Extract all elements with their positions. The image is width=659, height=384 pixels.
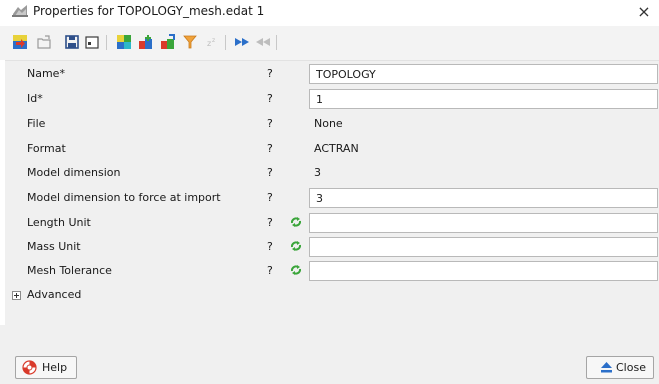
advanced-group[interactable]: Advanced xyxy=(5,286,205,304)
advanced-label[interactable]: Advanced xyxy=(27,288,81,301)
window-title: Properties for TOPOLOGY_mesh.edat 1 xyxy=(33,4,265,18)
property-label: Mass Unit xyxy=(27,240,81,253)
svg-text:z: z xyxy=(207,39,211,48)
length-unit-input[interactable] xyxy=(309,213,658,233)
property-label: File xyxy=(27,117,46,130)
help-marker[interactable]: ? xyxy=(267,191,273,204)
open-icon[interactable] xyxy=(36,34,52,50)
save-icon[interactable] xyxy=(64,34,80,50)
lifebuoy-icon xyxy=(22,360,37,375)
window-icon[interactable] xyxy=(84,34,100,50)
property-label: Model dimension to force at import xyxy=(27,191,221,204)
file-value: None xyxy=(314,117,343,130)
close-button[interactable]: Close xyxy=(586,356,654,379)
toolbar-separator xyxy=(106,35,107,50)
property-row-name: Name* ? xyxy=(5,63,659,85)
help-marker[interactable]: ? xyxy=(267,166,273,179)
eject-icon xyxy=(601,362,612,373)
import-icon[interactable] xyxy=(12,34,28,50)
property-row-file: File ? None xyxy=(5,113,659,135)
property-row-length-unit: Length Unit ? xyxy=(5,212,659,234)
color-icon[interactable] xyxy=(116,34,132,50)
property-label: Length Unit xyxy=(27,216,91,229)
toolbar-separator xyxy=(225,35,226,50)
recycle-icon[interactable] xyxy=(290,216,302,228)
mesh-tolerance-input[interactable] xyxy=(309,261,658,281)
id-input[interactable] xyxy=(309,89,658,109)
property-row-mesh-tolerance: Mesh Tolerance ? xyxy=(5,260,659,282)
help-marker[interactable]: ? xyxy=(267,117,273,130)
help-marker[interactable]: ? xyxy=(267,92,273,105)
property-label: Format xyxy=(27,142,66,155)
property-label: Id* xyxy=(27,92,43,105)
toolbar-separator xyxy=(276,35,277,50)
help-button[interactable]: Help xyxy=(15,356,77,379)
help-marker[interactable]: ? xyxy=(267,142,273,155)
expand-plus-icon[interactable] xyxy=(12,291,21,300)
edit-component-icon[interactable] xyxy=(160,34,176,50)
name-input[interactable] xyxy=(309,64,658,84)
close-label: Close xyxy=(616,361,646,374)
force-dimension-input[interactable] xyxy=(309,188,658,208)
format-value: ACTRAN xyxy=(314,142,359,155)
recycle-icon[interactable] xyxy=(290,264,302,276)
model-dimension-value: 3 xyxy=(314,166,321,179)
recycle-icon[interactable] xyxy=(290,240,302,252)
toolbar: z z xyxy=(0,26,659,60)
mass-unit-input[interactable] xyxy=(309,237,658,257)
help-marker[interactable]: ? xyxy=(267,240,273,253)
property-row-force-dimension: Model dimension to force at import ? xyxy=(5,187,659,209)
help-marker[interactable]: ? xyxy=(267,216,273,229)
help-label: Help xyxy=(42,361,68,374)
add-component-icon[interactable] xyxy=(138,34,154,50)
zoom-icon[interactable]: z z xyxy=(205,34,221,50)
expand-icon[interactable] xyxy=(234,34,250,50)
property-row-id: Id* ? xyxy=(5,88,659,110)
panel-header-line xyxy=(5,60,659,61)
filter-icon[interactable] xyxy=(182,34,198,50)
collapse-icon[interactable] xyxy=(255,34,271,50)
property-label: Mesh Tolerance xyxy=(27,264,112,277)
property-label: Model dimension xyxy=(27,166,121,179)
title-bar: Properties for TOPOLOGY_mesh.edat 1 × xyxy=(0,0,659,26)
help-marker[interactable]: ? xyxy=(267,67,273,80)
svg-text:z: z xyxy=(212,37,215,44)
app-icon xyxy=(12,5,28,17)
properties-panel: Name* ? Id* ? File ? None Format ? ACTRA… xyxy=(5,60,659,325)
help-marker[interactable]: ? xyxy=(267,264,273,277)
footer: Help Close xyxy=(0,325,659,384)
property-label: Name* xyxy=(27,67,65,80)
property-row-format: Format ? ACTRAN xyxy=(5,138,659,160)
property-row-mass-unit: Mass Unit ? xyxy=(5,236,659,258)
property-row-model-dimension: Model dimension ? 3 xyxy=(5,162,659,184)
close-window-icon[interactable]: × xyxy=(633,1,655,23)
